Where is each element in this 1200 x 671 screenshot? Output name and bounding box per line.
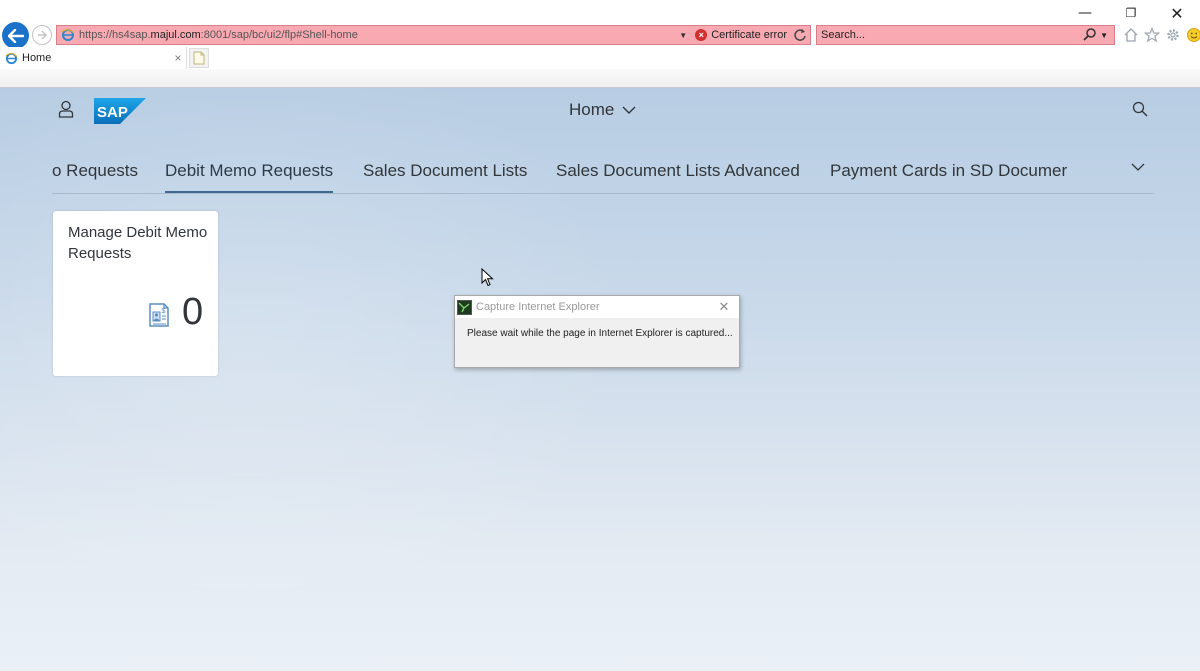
tile-title: Manage Debit Memo Requests [68, 224, 208, 262]
anchor-navigation-bar: o Requests Debit Memo Requests Sales Doc… [52, 158, 1154, 194]
anchor-item-requests[interactable]: o Requests [52, 161, 138, 181]
ie-page-icon [61, 29, 75, 41]
search-dropdown-icon[interactable]: ▼ [1100, 31, 1108, 40]
arrow-right-icon [38, 30, 47, 40]
restore-button[interactable]: ❐ [1108, 2, 1154, 24]
new-tab-icon [193, 51, 205, 65]
back-button[interactable] [2, 22, 29, 49]
anchor-item-payment-cards[interactable]: Payment Cards in SD Documer [830, 161, 1067, 181]
search-icon[interactable] [1082, 28, 1098, 42]
forward-button[interactable] [32, 25, 52, 45]
close-window-button[interactable]: ✕ [1154, 2, 1200, 24]
dialog-title: Capture Internet Explorer [476, 301, 600, 313]
ie-tab-icon [5, 52, 18, 64]
favorites-star-icon[interactable] [1143, 26, 1161, 44]
search-icon[interactable] [1132, 101, 1148, 117]
capture-dialog: Capture Internet Explorer ✕ Please wait … [454, 295, 740, 368]
document-money-icon: $ [149, 303, 169, 327]
url-prefix: https://hs4sap. [79, 29, 151, 41]
user-icon[interactable] [58, 100, 74, 118]
chevron-down-icon [622, 106, 636, 114]
capture-app-icon [457, 299, 472, 315]
tab-label: Home [22, 52, 52, 64]
sap-logo[interactable]: SAP [94, 98, 146, 124]
anchor-item-debit-memo-requests[interactable]: Debit Memo Requests [165, 161, 333, 181]
svg-text:SAP: SAP [97, 104, 128, 121]
tab-home[interactable]: Home × [0, 47, 187, 69]
address-dropdown-icon[interactable]: ▼ [677, 31, 689, 40]
minimize-button[interactable]: — [1062, 2, 1108, 24]
dialog-titlebar[interactable]: Capture Internet Explorer ✕ [455, 296, 739, 318]
address-bar[interactable]: https://hs4sap.majul.com:8001/sap/bc/ui2… [56, 25, 811, 45]
dialog-message: Please wait while the page in Internet E… [467, 328, 733, 339]
settings-gear-icon[interactable] [1164, 26, 1182, 44]
browser-toolbar-icons [1122, 26, 1200, 44]
url-suffix: :8001/sap/bc/ui2/flp#Shell-home [200, 29, 358, 41]
tile-count: 0 [182, 291, 204, 333]
chevron-down-icon[interactable] [1131, 162, 1145, 172]
browser-chrome: — ❐ ✕ https://hs4sap.majul.com:8001/sap/… [0, 0, 1200, 88]
tab-close-icon[interactable]: × [172, 51, 184, 65]
home-icon[interactable] [1122, 26, 1140, 44]
shell-title[interactable]: Home [569, 100, 636, 120]
window-controls: — ❐ ✕ [1062, 2, 1200, 24]
search-placeholder[interactable]: Search... [821, 29, 1082, 41]
feedback-smiley-icon[interactable] [1185, 26, 1200, 44]
shell-title-label: Home [569, 100, 615, 119]
mouse-cursor-icon [481, 268, 494, 287]
anchor-item-sales-document-lists-advanced[interactable]: Sales Document Lists Advanced [556, 161, 800, 181]
selected-anchor-underline [165, 191, 333, 193]
certificate-error-icon[interactable]: × [695, 29, 708, 41]
svg-text:$: $ [162, 308, 166, 315]
new-tab-button[interactable] [189, 48, 209, 68]
arrow-left-icon [7, 28, 24, 43]
search-box[interactable]: Search... ▼ [816, 25, 1115, 45]
tile-manage-debit-memo-requests[interactable]: Manage Debit Memo Requests $ 0 [53, 211, 218, 376]
tab-strip [0, 69, 1200, 88]
refresh-icon[interactable] [793, 28, 807, 42]
sap-launchpad: SAP Home o Requests Debit Memo Requests … [0, 88, 1200, 671]
certificate-error-label[interactable]: Certificate error [711, 29, 787, 41]
url-text[interactable]: https://hs4sap.majul.com:8001/sap/bc/ui2… [79, 29, 677, 41]
dialog-close-icon[interactable]: ✕ [709, 299, 739, 315]
anchor-item-sales-document-lists[interactable]: Sales Document Lists [363, 161, 527, 181]
url-host: majul.com [150, 29, 201, 41]
